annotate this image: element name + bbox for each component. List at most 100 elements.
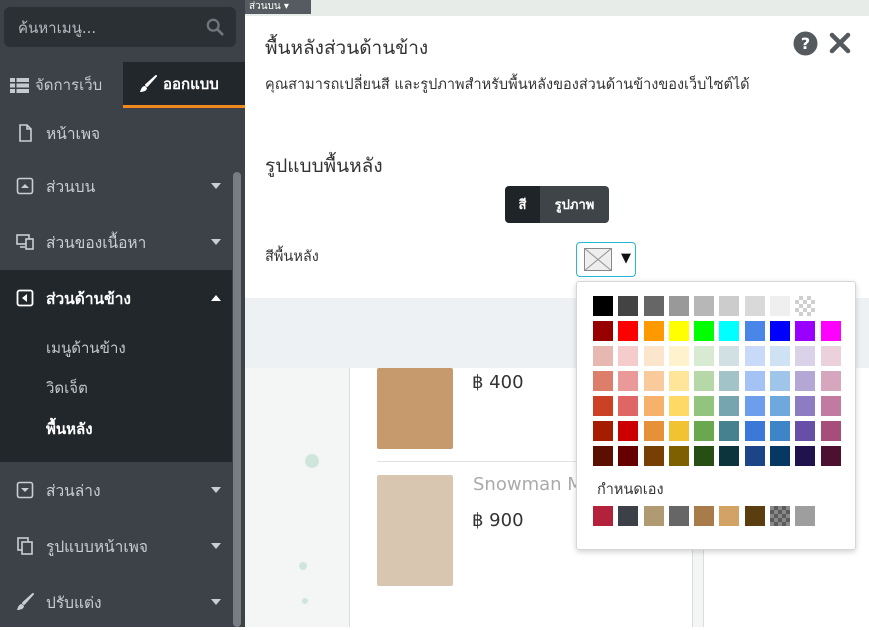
tab-manage-web[interactable]: จัดการเว็บ — [0, 62, 121, 108]
color-swatch[interactable] — [593, 506, 613, 526]
color-swatch[interactable] — [593, 446, 613, 466]
sidebar-item-footer[interactable]: ส่วนล่าง — [0, 462, 232, 518]
color-swatch[interactable] — [820, 446, 841, 466]
color-swatch[interactable] — [668, 421, 689, 441]
product-image[interactable] — [377, 368, 453, 449]
color-swatch[interactable] — [795, 446, 816, 466]
color-swatch[interactable] — [744, 346, 765, 366]
submenu-item-background[interactable]: พื้นหลัง — [0, 408, 232, 462]
color-swatch[interactable] — [643, 346, 664, 366]
sidebar-item-content[interactable]: ส่วนของเนื้อหา — [0, 214, 232, 270]
color-swatch[interactable] — [618, 321, 639, 341]
color-swatch[interactable] — [770, 321, 791, 341]
sidebar-item-pages[interactable]: หน้าเพจ — [0, 108, 232, 158]
search-icon[interactable] — [206, 18, 224, 36]
color-swatch[interactable] — [643, 371, 664, 391]
color-swatch[interactable] — [643, 321, 664, 341]
color-swatch[interactable] — [719, 446, 740, 466]
color-swatch[interactable] — [668, 296, 689, 316]
help-icon[interactable]: ? — [793, 31, 818, 56]
toggle-color-button[interactable]: สี — [505, 186, 540, 223]
color-swatch[interactable] — [770, 506, 791, 526]
color-swatch[interactable] — [694, 446, 715, 466]
sidebar-scrollbar[interactable] — [233, 172, 241, 627]
color-swatch[interactable] — [618, 396, 639, 416]
color-swatch[interactable] — [744, 296, 765, 316]
color-swatch[interactable] — [593, 371, 613, 391]
color-swatch[interactable] — [795, 396, 816, 416]
color-swatch[interactable] — [643, 506, 664, 526]
sidebar-item-page-layout[interactable]: รูปแบบหน้าเพจ — [0, 518, 232, 574]
color-swatch[interactable] — [770, 396, 791, 416]
color-swatch[interactable] — [770, 296, 791, 316]
color-swatch[interactable] — [668, 371, 689, 391]
sidebar-item-sidebar-section[interactable]: ส่วนด้านข้าง — [0, 270, 232, 326]
color-swatch[interactable] — [694, 371, 715, 391]
color-swatch[interactable] — [668, 396, 689, 416]
color-swatch[interactable] — [795, 346, 816, 366]
color-swatch[interactable] — [668, 346, 689, 366]
color-swatch[interactable] — [770, 421, 791, 441]
color-swatch[interactable] — [795, 321, 816, 341]
color-swatch[interactable] — [618, 446, 639, 466]
color-swatch[interactable] — [694, 506, 715, 526]
color-swatch[interactable] — [643, 296, 664, 316]
color-swatch[interactable] — [618, 421, 639, 441]
color-swatch[interactable] — [593, 421, 613, 441]
color-swatch[interactable] — [618, 371, 639, 391]
color-swatch[interactable] — [643, 396, 664, 416]
color-swatch[interactable] — [744, 321, 765, 341]
color-swatch[interactable] — [719, 321, 740, 341]
color-swatch[interactable] — [694, 321, 715, 341]
color-swatch[interactable] — [618, 346, 639, 366]
color-swatch[interactable] — [618, 296, 639, 316]
header-section-tag[interactable]: ส่วนบน ▾ — [245, 0, 311, 14]
color-swatch[interactable] — [770, 371, 791, 391]
color-swatch[interactable] — [719, 371, 740, 391]
color-swatch[interactable] — [770, 446, 791, 466]
color-swatch[interactable] — [694, 296, 715, 316]
color-swatch[interactable] — [744, 371, 765, 391]
toggle-image-button[interactable]: รูปภาพ — [540, 186, 609, 223]
color-swatch[interactable] — [719, 421, 740, 441]
product-name[interactable]: Snowman M — [473, 474, 583, 495]
color-swatch[interactable] — [820, 421, 841, 441]
color-swatch[interactable] — [795, 371, 816, 391]
color-swatch[interactable] — [795, 296, 816, 316]
color-swatch[interactable] — [820, 346, 841, 366]
color-swatch[interactable] — [795, 506, 816, 526]
color-swatch[interactable] — [643, 421, 664, 441]
color-swatch[interactable] — [593, 346, 613, 366]
color-swatch[interactable] — [770, 346, 791, 366]
color-swatch[interactable] — [694, 346, 715, 366]
color-swatch[interactable] — [668, 321, 689, 341]
color-swatch[interactable] — [820, 371, 841, 391]
color-swatch[interactable] — [668, 506, 689, 526]
sidebar-item-customize[interactable]: ปรับแต่ง — [0, 574, 232, 630]
submenu-item-side-menu[interactable]: เมนูด้านข้าง — [0, 326, 232, 367]
product-image[interactable] — [377, 475, 453, 586]
color-swatch[interactable] — [643, 446, 664, 466]
color-swatch[interactable] — [593, 296, 613, 316]
color-swatch[interactable] — [744, 506, 765, 526]
color-swatch[interactable] — [694, 421, 715, 441]
color-picker-button[interactable]: ▼ — [576, 242, 636, 277]
color-swatch[interactable] — [820, 396, 841, 416]
color-swatch[interactable] — [618, 506, 639, 526]
close-icon[interactable] — [829, 32, 851, 54]
submenu-item-widgets[interactable]: วิดเจ็ต — [0, 367, 232, 408]
color-swatch[interactable] — [668, 446, 689, 466]
color-swatch[interactable] — [719, 346, 740, 366]
color-swatch[interactable] — [719, 396, 740, 416]
sidebar-item-header[interactable]: ส่วนบน — [0, 158, 232, 214]
color-swatch[interactable] — [593, 321, 613, 341]
color-swatch[interactable] — [744, 446, 765, 466]
color-swatch[interactable] — [694, 396, 715, 416]
color-swatch[interactable] — [744, 421, 765, 441]
color-swatch[interactable] — [719, 296, 740, 316]
search-input[interactable] — [16, 7, 200, 49]
color-swatch[interactable] — [820, 321, 841, 341]
color-swatch[interactable] — [744, 396, 765, 416]
color-swatch[interactable] — [795, 421, 816, 441]
color-swatch[interactable] — [593, 396, 613, 416]
